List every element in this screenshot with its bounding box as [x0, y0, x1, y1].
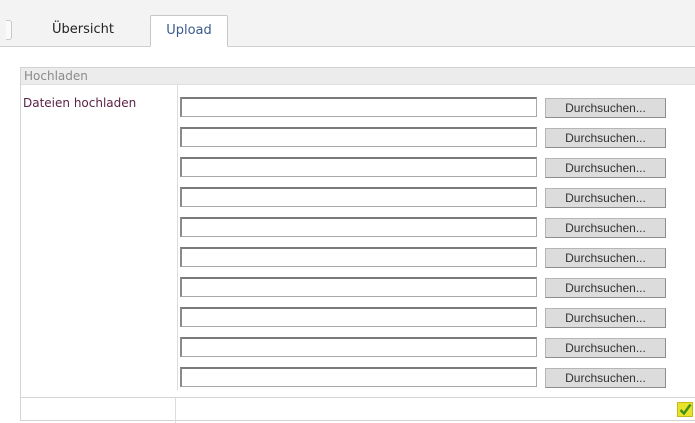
- file-row: Durchsuchen...: [180, 337, 695, 367]
- file-path-input[interactable]: [180, 187, 537, 207]
- tab-upload[interactable]: Upload: [150, 15, 228, 47]
- browse-button[interactable]: Durchsuchen...: [545, 128, 666, 148]
- browse-button[interactable]: Durchsuchen...: [545, 248, 666, 268]
- browse-button[interactable]: Durchsuchen...: [545, 278, 666, 298]
- browse-button[interactable]: Durchsuchen...: [545, 188, 666, 208]
- label-column: Dateien hochladen: [21, 85, 178, 390]
- file-rows: Durchsuchen... Durchsuchen... Durchsuche…: [180, 97, 695, 397]
- tab-bar: Übersicht Upload: [0, 0, 695, 47]
- file-path-input[interactable]: [180, 127, 537, 147]
- file-row: Durchsuchen...: [180, 307, 695, 337]
- file-path-input[interactable]: [180, 307, 537, 327]
- file-path-input[interactable]: [180, 217, 537, 237]
- file-row: Durchsuchen...: [180, 187, 695, 217]
- file-path-input[interactable]: [180, 97, 537, 117]
- file-path-input[interactable]: [180, 247, 537, 267]
- footer-divider: [175, 398, 176, 423]
- file-row: Durchsuchen...: [180, 277, 695, 307]
- browse-button[interactable]: Durchsuchen...: [545, 308, 666, 328]
- tab-strip-edge: [6, 20, 12, 40]
- file-path-input[interactable]: [180, 277, 537, 297]
- tab-overview[interactable]: Übersicht: [52, 15, 132, 46]
- file-row: Durchsuchen...: [180, 157, 695, 187]
- file-path-input[interactable]: [180, 367, 537, 387]
- browse-button[interactable]: Durchsuchen...: [545, 338, 666, 358]
- panel-header: Hochladen: [21, 68, 695, 85]
- panel-footer: [21, 397, 695, 423]
- file-path-input[interactable]: [180, 157, 537, 177]
- file-row: Durchsuchen...: [180, 217, 695, 247]
- file-row: Durchsuchen...: [180, 97, 695, 127]
- browse-button[interactable]: Durchsuchen...: [545, 368, 666, 388]
- browse-button[interactable]: Durchsuchen...: [545, 218, 666, 238]
- file-row: Durchsuchen...: [180, 367, 695, 397]
- browse-button[interactable]: Durchsuchen...: [545, 158, 666, 178]
- file-row: Durchsuchen...: [180, 127, 695, 157]
- upload-panel: Hochladen Dateien hochladen Durchsuchen.…: [20, 67, 695, 423]
- file-row: Durchsuchen...: [180, 247, 695, 277]
- checkmark-icon[interactable]: [677, 402, 693, 417]
- files-upload-label: Dateien hochladen: [23, 96, 137, 110]
- browse-button[interactable]: Durchsuchen...: [545, 98, 666, 118]
- file-path-input[interactable]: [180, 337, 537, 357]
